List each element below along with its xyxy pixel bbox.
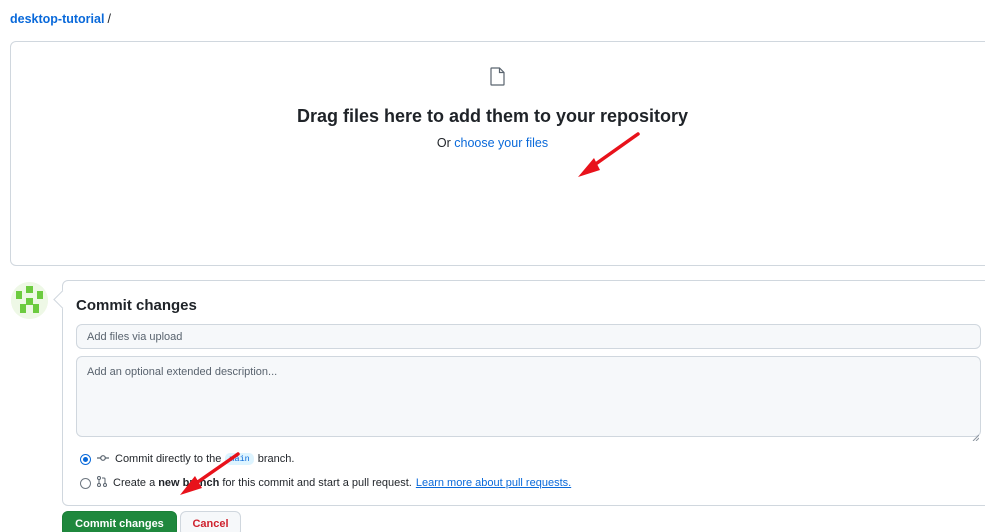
new-branch-option[interactable]: Create a new branch for this commit and … bbox=[80, 476, 571, 490]
avatar bbox=[11, 282, 48, 319]
dropzone-prefix: Or bbox=[436, 136, 451, 150]
commit-title: Commit changes bbox=[76, 297, 197, 314]
commit-changes-button[interactable]: Commit changes bbox=[62, 511, 177, 532]
git-pull-request-icon bbox=[97, 476, 107, 490]
dropzone-subtitle: Or choose your files bbox=[0, 136, 985, 150]
commit-description-input[interactable] bbox=[76, 356, 981, 437]
commit-summary-input[interactable] bbox=[76, 324, 981, 349]
breadcrumb-separator: / bbox=[107, 12, 111, 26]
breadcrumb: desktop-tutorial / bbox=[10, 12, 111, 26]
new-branch-label-prefix: Create a bbox=[113, 477, 156, 489]
file-icon bbox=[490, 67, 505, 91]
commit-direct-option[interactable]: Commit directly to the main branch. bbox=[80, 453, 294, 465]
commit-direct-label: Commit directly to the bbox=[115, 453, 222, 465]
new-branch-radio[interactable] bbox=[80, 477, 91, 489]
learn-more-link[interactable]: Learn more about pull requests. bbox=[416, 477, 571, 489]
git-commit-icon bbox=[97, 453, 109, 465]
repo-link[interactable]: desktop-tutorial bbox=[10, 12, 104, 26]
resize-grip-icon[interactable] bbox=[972, 428, 980, 442]
new-branch-label-bold: new branch bbox=[158, 477, 220, 489]
cancel-button[interactable]: Cancel bbox=[180, 511, 241, 532]
new-branch-label-suffix: for this commit and start a pull request… bbox=[222, 477, 412, 489]
commit-direct-suffix: branch. bbox=[257, 453, 295, 465]
dropzone-title: Drag files here to add them to your repo… bbox=[296, 106, 689, 126]
commit-direct-radio[interactable] bbox=[80, 453, 91, 465]
branch-name-tag: main bbox=[225, 453, 254, 465]
choose-files-link[interactable]: choose your files bbox=[454, 136, 548, 150]
